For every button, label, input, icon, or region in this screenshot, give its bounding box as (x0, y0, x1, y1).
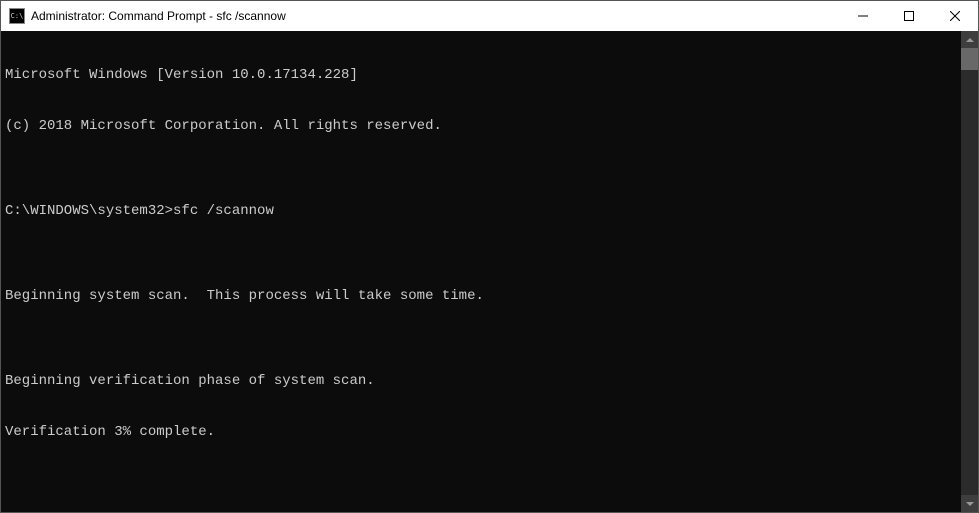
app-icon: C:\ (9, 8, 25, 24)
command-prompt-window: C:\ Administrator: Command Prompt - sfc … (0, 0, 979, 513)
window-controls (840, 1, 978, 31)
output-line: Beginning verification phase of system s… (5, 373, 957, 390)
scroll-up-arrow-icon[interactable] (961, 31, 978, 48)
output-line: Verification 3% complete. (5, 424, 957, 441)
output-line: Microsoft Windows [Version 10.0.17134.22… (5, 67, 957, 84)
output-line: (c) 2018 Microsoft Corporation. All righ… (5, 118, 957, 135)
scroll-track[interactable] (961, 48, 978, 495)
output-line: Beginning system scan. This process will… (5, 288, 957, 305)
vertical-scrollbar[interactable] (961, 31, 978, 512)
client-area: Microsoft Windows [Version 10.0.17134.22… (1, 31, 978, 512)
close-button[interactable] (932, 1, 978, 31)
maximize-button[interactable] (886, 1, 932, 31)
scroll-thumb[interactable] (961, 48, 978, 70)
output-line: C:\WINDOWS\system32>sfc /scannow (5, 203, 957, 220)
titlebar[interactable]: C:\ Administrator: Command Prompt - sfc … (1, 1, 978, 31)
minimize-button[interactable] (840, 1, 886, 31)
window-title: Administrator: Command Prompt - sfc /sca… (31, 9, 840, 23)
scroll-down-arrow-icon[interactable] (961, 495, 978, 512)
terminal-output[interactable]: Microsoft Windows [Version 10.0.17134.22… (1, 31, 961, 512)
